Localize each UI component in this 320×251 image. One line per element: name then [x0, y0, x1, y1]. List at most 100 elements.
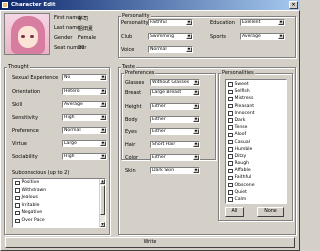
personalities-list[interactable]: Sweet Selfish Mistress Pleasant Innocent…	[225, 79, 287, 204]
glasses-select[interactable]: Without Glasses ▼	[150, 79, 200, 86]
height-select[interactable]: Either ▼	[150, 103, 200, 110]
close-button[interactable]: ×	[289, 1, 298, 9]
checkbox[interactable]	[15, 203, 20, 208]
voice-select[interactable]: Normal ▼	[148, 46, 193, 53]
checkbox[interactable]	[228, 147, 233, 152]
checkbox[interactable]	[228, 118, 233, 123]
list-item-label: Innocent	[234, 110, 255, 116]
height-label: Height	[125, 104, 142, 110]
list-item[interactable]: Tense	[226, 124, 286, 131]
hair-select[interactable]: Short Hair ▼	[150, 141, 200, 148]
breast-select[interactable]: Large Breast ▼	[150, 89, 200, 96]
color-label: Color	[125, 155, 139, 161]
scroll-thumb[interactable]	[100, 185, 105, 215]
club-label: Club	[121, 34, 133, 40]
club-select[interactable]: Swimming ▼	[148, 33, 193, 40]
list-item[interactable]: Casual	[226, 139, 286, 146]
checkbox[interactable]	[228, 190, 233, 195]
color-value: Either	[152, 155, 166, 160]
chevron-down-icon: ▼	[186, 20, 192, 25]
list-item[interactable]: Jealous	[13, 194, 105, 202]
education-select-value: Exellent	[242, 20, 261, 25]
education-select[interactable]: Exellent ▼	[240, 19, 285, 26]
list-item-label: Affable	[234, 168, 251, 174]
sociability-value: High	[64, 154, 75, 159]
checkbox[interactable]	[228, 103, 233, 109]
orientation-select[interactable]: Hetero ▼	[62, 88, 107, 95]
list-item[interactable]: Innocent	[226, 110, 286, 117]
list-item[interactable]: Dark	[226, 117, 286, 124]
list-item[interactable]: Irritable	[13, 202, 105, 210]
subconscious-scrollbar[interactable]: ▲ ▼	[99, 179, 105, 227]
scroll-down-icon[interactable]: ▼	[100, 222, 105, 227]
chevron-down-icon: ▼	[193, 90, 199, 95]
write-button[interactable]: Write	[5, 237, 295, 248]
subconscious-list[interactable]: Positive Withdrawn Jealous Irritable Neg…	[12, 178, 106, 228]
list-item[interactable]: Faithful	[226, 174, 286, 181]
checkbox[interactable]	[228, 139, 233, 145]
breast-value: Large Breast	[152, 90, 182, 95]
list-item[interactable]: Ditzy	[226, 153, 286, 160]
checkbox[interactable]	[228, 132, 233, 138]
sociability-select[interactable]: High ▼	[62, 153, 107, 160]
personality-select[interactable]: Faithful ▼	[148, 19, 193, 26]
list-item[interactable]: Obscene	[226, 182, 286, 189]
checkbox[interactable]	[228, 182, 233, 188]
list-item[interactable]: Pleasant	[226, 103, 286, 110]
checkbox[interactable]	[15, 210, 20, 216]
checkbox[interactable]	[228, 96, 233, 102]
sexual-experience-select[interactable]: No ▼	[62, 74, 107, 81]
list-item[interactable]: Sweet	[226, 81, 286, 88]
last-name-label: Last name	[54, 25, 81, 31]
first-name-label: First name	[54, 15, 81, 21]
list-item-label: Aloof	[234, 132, 247, 138]
color-select[interactable]: Either ▼	[150, 154, 200, 161]
checkbox[interactable]	[228, 82, 233, 87]
thought-group-title: Thought	[7, 64, 30, 70]
checkbox[interactable]	[228, 111, 233, 116]
select-none-button[interactable]: None	[257, 207, 284, 217]
checkbox[interactable]	[15, 195, 20, 201]
sports-select[interactable]: Average ▼	[240, 33, 285, 40]
checkbox[interactable]	[228, 89, 233, 95]
skin-select[interactable]: Dark Skin ▼	[150, 167, 200, 174]
list-item[interactable]: Selfish	[226, 88, 286, 95]
eyes-select[interactable]: Either ▼	[150, 128, 200, 135]
body-value: Either	[152, 117, 166, 122]
checkbox[interactable]	[15, 188, 20, 193]
list-item[interactable]: Negative	[13, 209, 105, 217]
preference-select[interactable]: Normal ▼	[62, 127, 107, 134]
list-item[interactable]: Withdrawn	[13, 187, 105, 195]
breast-label: Breast	[125, 90, 142, 96]
checkbox[interactable]	[228, 168, 233, 174]
list-item-label: Tense	[234, 125, 248, 131]
list-item[interactable]: Quiet	[226, 189, 286, 196]
list-item[interactable]: Positive	[13, 179, 105, 187]
list-item[interactable]: Affable	[226, 167, 286, 174]
checkbox[interactable]	[15, 180, 20, 186]
checkbox[interactable]	[228, 197, 233, 202]
list-item[interactable]: Over Pace	[13, 217, 105, 225]
list-item-label: Irritable	[21, 202, 40, 208]
sensitivity-select[interactable]: High ▼	[62, 114, 107, 121]
body-select[interactable]: Either ▼	[150, 116, 200, 123]
list-item[interactable]: Calm	[226, 196, 286, 203]
eyes-value: Either	[152, 129, 166, 134]
virtue-select[interactable]: Large ▼	[62, 140, 107, 147]
list-item-label: Pleasant	[234, 103, 255, 109]
list-item-label: Faithful	[234, 175, 252, 181]
list-item[interactable]: Rough	[226, 160, 286, 167]
checkbox[interactable]	[228, 125, 233, 130]
list-item[interactable]: Mistress	[226, 95, 286, 102]
skill-select[interactable]: Average ▼	[62, 101, 107, 108]
checkbox[interactable]	[15, 218, 20, 224]
sexual-experience-label: Sexual Experience	[12, 75, 59, 81]
checkbox[interactable]	[228, 161, 233, 166]
checkbox[interactable]	[228, 154, 233, 159]
scroll-up-icon[interactable]: ▲	[100, 179, 105, 184]
select-all-button[interactable]: All	[225, 207, 244, 217]
checkbox[interactable]	[228, 175, 233, 181]
list-item[interactable]: Humble	[226, 146, 286, 153]
list-item[interactable]: Aloof	[226, 131, 286, 138]
skin-value: Dark Skin	[152, 168, 175, 173]
